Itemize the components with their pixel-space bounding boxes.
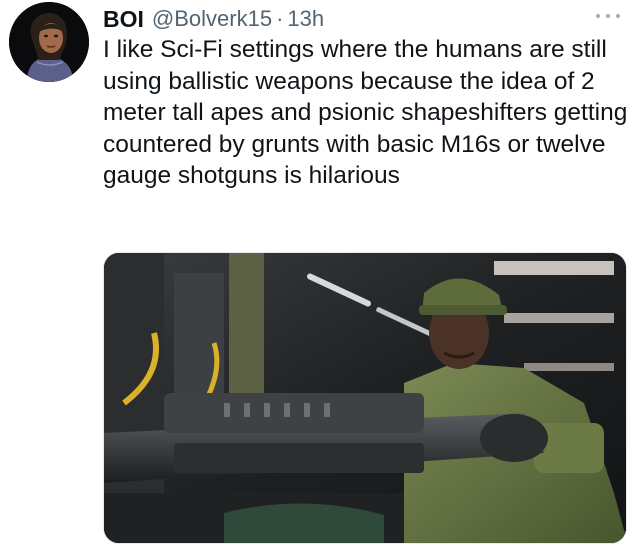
tweet-header: BOI @Bolverk15 · 13h [103,4,620,34]
avatar[interactable] [9,2,89,82]
tweet-media-image[interactable] [103,252,627,544]
tweet-card[interactable]: BOI @Bolverk15 · 13h I like Sci-Fi setti… [0,0,640,546]
display-name[interactable]: BOI [103,6,144,33]
soldier-with-machine-gun-image [104,253,626,543]
more-options-icon[interactable] [596,6,620,26]
timestamp[interactable]: 13h [287,6,324,32]
separator-dot: · [276,6,284,31]
more-dot [616,14,620,18]
user-handle[interactable]: @Bolverk15 [152,6,272,32]
tweet-text: I like Sci-Fi settings where the humans … [103,36,628,189]
more-dot [596,14,600,18]
more-dot [606,14,610,18]
avatar-illustration [9,2,89,82]
